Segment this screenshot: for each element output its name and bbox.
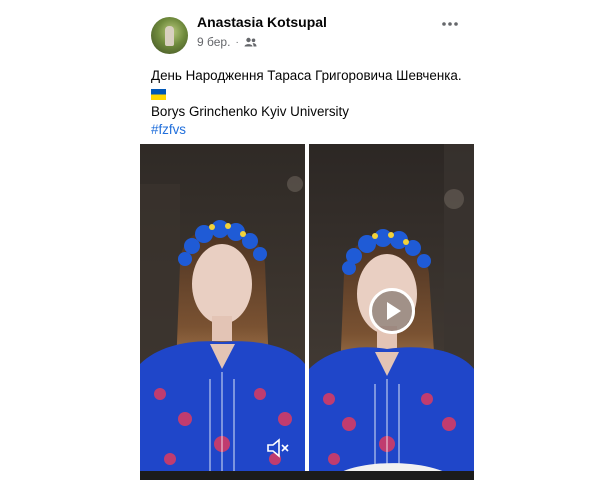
video-right[interactable] xyxy=(309,144,474,480)
more-options-button[interactable] xyxy=(438,14,462,34)
post-date[interactable]: 9 бер. xyxy=(197,35,230,49)
post-text-line-1: День Народження Тараса Григоровича Шевче… xyxy=(151,68,462,83)
play-icon xyxy=(387,302,401,320)
post-meta: 9 бер. · xyxy=(197,35,257,49)
hashtag-link[interactable]: #fzfvs xyxy=(151,121,462,139)
avatar-figure xyxy=(165,26,174,46)
avatar[interactable] xyxy=(151,17,188,54)
more-horizontal-icon xyxy=(442,22,458,26)
meta-separator: · xyxy=(235,36,239,48)
post-text-line-3: Borys Grinchenko Kyiv University xyxy=(151,104,349,119)
mute-icon[interactable] xyxy=(266,437,290,459)
friends-icon[interactable] xyxy=(244,37,257,47)
play-button[interactable] xyxy=(369,288,415,334)
post-author[interactable]: Anastasia Kotsupal xyxy=(197,14,327,30)
video-left[interactable] xyxy=(140,144,305,480)
ukraine-flag-icon xyxy=(151,89,166,101)
post-text: День Народження Тараса Григоровича Шевче… xyxy=(151,67,462,139)
video-bottom-strip xyxy=(140,471,474,480)
video-left-frame xyxy=(140,144,305,480)
post-text-line-2 xyxy=(151,85,462,103)
